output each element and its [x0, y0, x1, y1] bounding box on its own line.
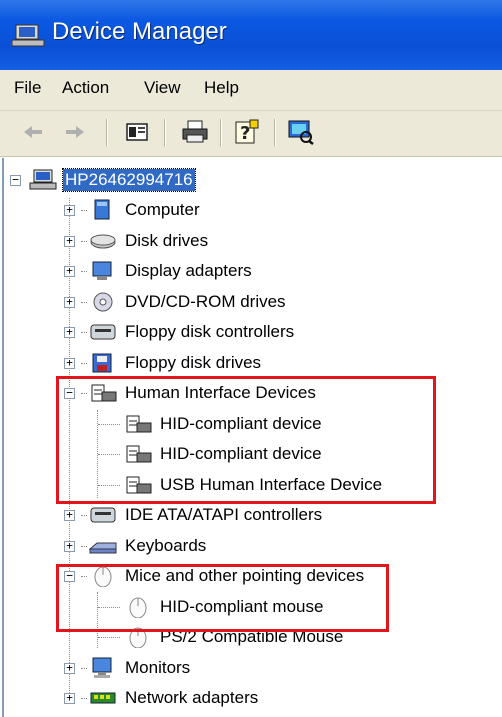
category-label: Disk drives	[125, 231, 209, 250]
category-label: IDE ATA/ATAPI controllers	[125, 505, 323, 524]
expand-toggle[interactable]: +	[64, 265, 75, 277]
collapse-toggle[interactable]: −	[10, 174, 21, 186]
expand-toggle[interactable]: +	[64, 357, 75, 369]
menu-bar: File Action View Help	[0, 70, 502, 111]
disk-drive-icon	[90, 234, 116, 249]
computer-name-label: HP26462994716	[62, 168, 196, 192]
keyboard-icon	[89, 542, 117, 554]
highlight-box-mice	[56, 564, 389, 632]
floppy-drive-icon	[92, 353, 112, 373]
device-manager-window: Device Manager File Action View Help ? −…	[0, 0, 502, 717]
svg-text:?: ?	[240, 123, 250, 144]
category-label: Monitors	[125, 658, 191, 677]
tree-category[interactable]: + Monitors	[64, 654, 192, 682]
menu-view[interactable]: View	[144, 78, 181, 98]
menu-file[interactable]: File	[14, 78, 41, 98]
tree-root[interactable]: − HP26462994716	[10, 166, 196, 194]
title-bar[interactable]: Device Manager	[0, 0, 502, 70]
tree-category[interactable]: + DVD/CD-ROM drives	[64, 288, 288, 316]
expand-toggle[interactable]: +	[64, 235, 75, 247]
forward-icon[interactable]	[60, 117, 90, 147]
category-label: Network adapters	[125, 688, 259, 707]
monitor-icon	[92, 657, 112, 678]
category-label: Keyboards	[125, 536, 207, 555]
tree-category[interactable]: + Computer	[64, 196, 202, 224]
network-adapter-icon	[90, 692, 116, 704]
tree-category[interactable]: + Keyboards	[64, 532, 208, 560]
print-icon[interactable]	[180, 117, 210, 147]
device-manager-icon	[12, 24, 45, 47]
menu-help[interactable]: Help	[204, 78, 239, 98]
expand-toggle[interactable]: +	[64, 662, 75, 674]
tree-category[interactable]: + Floppy disk controllers	[64, 318, 296, 346]
tree-category[interactable]: + IDE ATA/ATAPI controllers	[64, 501, 324, 529]
tree-category[interactable]: + Display adapters	[64, 257, 254, 285]
menu-action[interactable]: Action	[62, 78, 109, 98]
tree-category[interactable]: + Disk drives	[64, 227, 210, 255]
help-icon[interactable]: ?	[232, 117, 262, 147]
category-label: Computer	[125, 200, 200, 219]
scan-hardware-icon[interactable]	[286, 117, 316, 147]
expand-toggle[interactable]: +	[64, 509, 75, 521]
category-label: Display adapters	[125, 261, 252, 280]
device-tree: − HP26462994716 + Computer + Disk drives + Di…	[2, 158, 502, 717]
cdrom-icon	[93, 292, 113, 312]
toolbar: ?	[0, 111, 502, 157]
back-icon[interactable]	[18, 117, 48, 147]
window-title: Device Manager	[52, 18, 227, 45]
category-label: DVD/CD-ROM drives	[125, 292, 286, 311]
properties-view-icon[interactable]	[122, 117, 152, 147]
expand-toggle[interactable]: +	[64, 692, 75, 704]
expand-toggle[interactable]: +	[64, 540, 75, 552]
expand-toggle[interactable]: +	[64, 326, 75, 338]
display-adapter-icon	[92, 261, 112, 280]
category-label: Floppy disk drives	[125, 353, 262, 372]
category-label: Floppy disk controllers	[125, 322, 295, 341]
tree-category[interactable]: + Floppy disk drives	[64, 349, 263, 377]
ide-controller-icon	[90, 507, 116, 523]
tree-category[interactable]: + Network adapters	[64, 684, 260, 712]
expand-toggle[interactable]: +	[64, 204, 75, 216]
computer-root-icon	[29, 169, 57, 190]
floppy-controller-icon	[90, 324, 116, 340]
highlight-box-hid	[56, 376, 436, 504]
expand-toggle[interactable]: +	[64, 296, 75, 308]
computer-icon	[94, 199, 110, 220]
